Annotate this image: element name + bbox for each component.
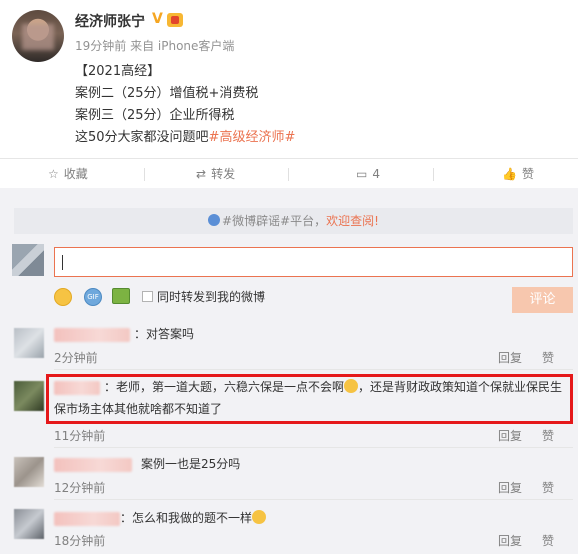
divider: [433, 168, 434, 181]
member-badge-icon: [167, 13, 183, 27]
commenter-avatar[interactable]: [14, 509, 44, 539]
comment-text: ：对答案吗: [134, 327, 195, 341]
repost-icon: ⇄: [196, 167, 207, 181]
commenter-avatar[interactable]: [14, 381, 44, 411]
like-button[interactable]: 👍 赞: [502, 159, 534, 189]
notice-link[interactable]: 欢迎查阅!: [326, 214, 379, 228]
favorite-label: 收藏: [63, 167, 88, 181]
like-label: 赞: [521, 167, 534, 181]
comment-time: 11分钟前: [54, 429, 106, 443]
post-action-bar: ☆ 收藏 ⇄ 转发 ▭ 4 👍 赞: [0, 158, 578, 188]
highlight-box: [46, 374, 573, 424]
sync-repost-label: 同时转发到我的微博: [157, 290, 266, 304]
post-line-4-text: 这50分大家都没问题吧: [75, 130, 209, 145]
repost-label: 转发: [211, 167, 236, 181]
comment-count: 4: [372, 167, 380, 181]
emoji-icon[interactable]: [54, 288, 72, 306]
divider: [54, 499, 573, 500]
commenter-name[interactable]: [54, 512, 120, 526]
weibo-post: 经济师张宁 V 19分钟前 来自 iPhone客户端 【2021高经】 案例二（…: [0, 0, 578, 158]
comment-time: 18分钟前: [54, 534, 106, 548]
image-icon[interactable]: [112, 288, 130, 304]
divider: [288, 168, 289, 181]
comment-text: ：怎么和我做的题不一样: [120, 511, 253, 525]
comment-text-line: ：怎么和我做的题不一样: [120, 508, 267, 528]
repost-button[interactable]: ⇄ 转发: [196, 159, 235, 189]
comment-like-button[interactable]: 赞: [542, 479, 554, 496]
commenter-avatar[interactable]: [14, 457, 44, 487]
star-icon: ☆: [48, 167, 59, 181]
divider: [144, 168, 145, 181]
current-user-avatar: [12, 244, 44, 276]
text-caret: [62, 255, 63, 270]
comment-icon: ▭: [356, 167, 368, 181]
post-meta: 19分钟前 来自 iPhone客户端: [75, 39, 235, 53]
sync-repost-checkbox[interactable]: [142, 291, 153, 302]
post-line-4: 这50分大家都没问题吧#高级经济师#: [75, 126, 295, 145]
submit-comment-button[interactable]: 评论: [512, 287, 573, 313]
reply-button[interactable]: 回复: [498, 532, 522, 549]
author-name[interactable]: 经济师张宁: [75, 11, 145, 31]
post-line-2: 案例二（25分）增值税+消费税: [75, 86, 259, 101]
comment-like-button[interactable]: 赞: [542, 427, 554, 444]
comment-time: 12分钟前: [54, 481, 106, 495]
notice-text: #微博辟谣#平台，: [222, 214, 327, 228]
reply-button[interactable]: 回复: [498, 349, 522, 366]
reply-button[interactable]: 回复: [498, 427, 522, 444]
gif-icon[interactable]: GIF: [84, 288, 102, 306]
info-icon: [208, 214, 221, 226]
comment-time: 2分钟前: [54, 351, 98, 365]
verified-icon: V: [152, 11, 163, 27]
commenter-avatar[interactable]: [14, 328, 44, 358]
commenter-name[interactable]: [54, 458, 132, 472]
reply-button[interactable]: 回复: [498, 479, 522, 496]
favorite-button[interactable]: ☆ 收藏: [48, 159, 88, 189]
divider: [54, 447, 573, 448]
comment-like-button[interactable]: 赞: [542, 349, 554, 366]
comment-text: 案例一也是25分吗: [141, 457, 241, 471]
hashtag-link[interactable]: #高级经济师#: [209, 130, 296, 145]
commenter-name[interactable]: [54, 328, 130, 342]
comment-like-button[interactable]: 赞: [542, 532, 554, 549]
divider: [54, 369, 573, 370]
laughing-emoji-icon: [252, 510, 267, 524]
thumbs-up-icon: 👍: [502, 167, 517, 181]
comment-input[interactable]: [54, 247, 573, 277]
post-line-3: 案例三（25分）企业所得税: [75, 108, 235, 123]
post-line-1: 【2021高经】: [75, 64, 161, 79]
rumor-notice-banner[interactable]: #微博辟谣#平台，欢迎查阅!: [14, 208, 573, 234]
comment-button[interactable]: ▭ 4: [356, 159, 380, 189]
author-avatar[interactable]: [12, 10, 64, 62]
